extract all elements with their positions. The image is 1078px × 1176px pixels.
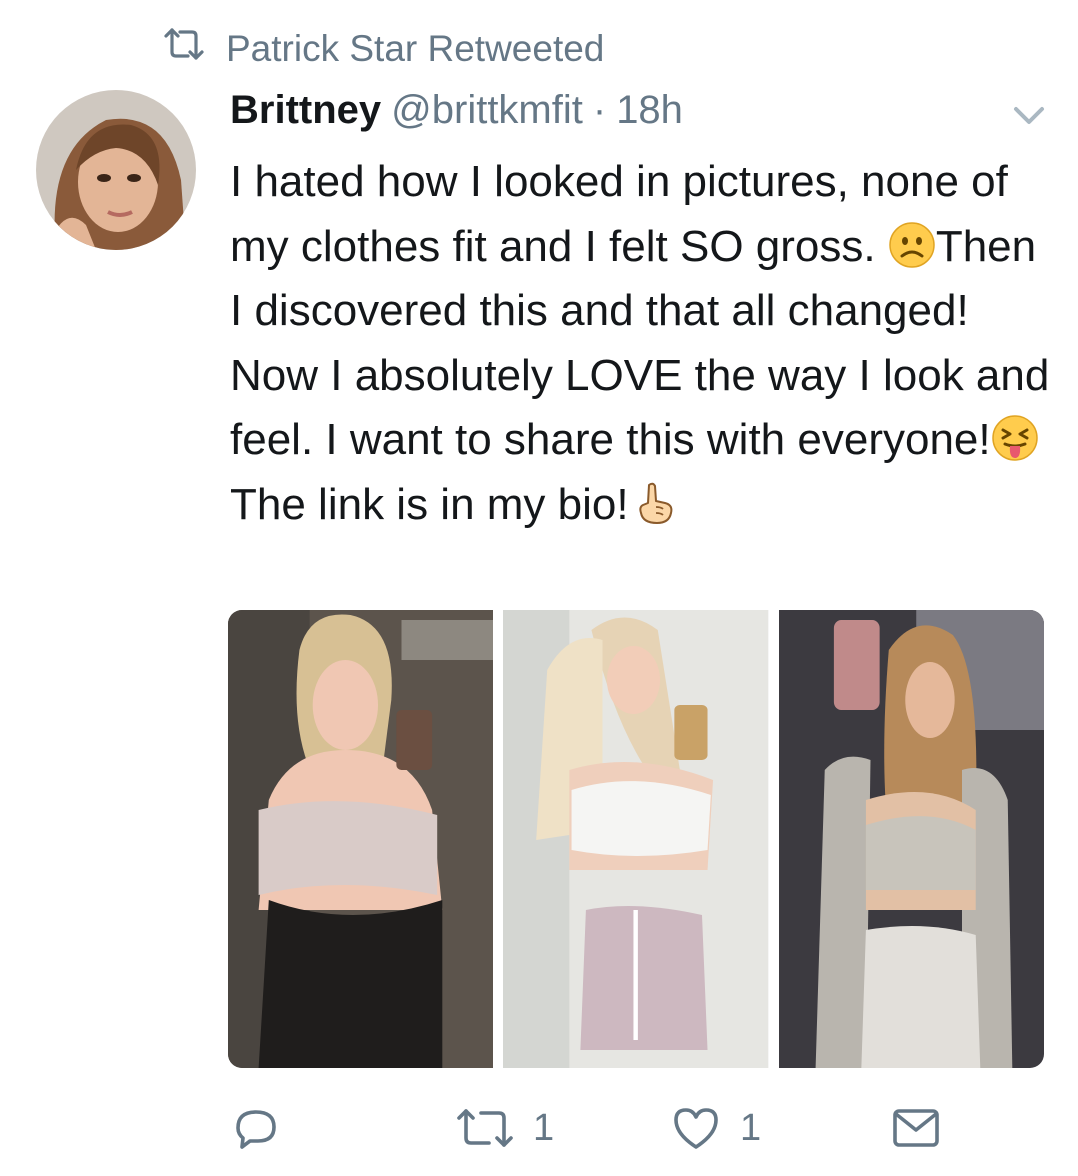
retweet-label[interactable]: Patrick Star Retweeted [226, 28, 604, 70]
pointing-up-hand-icon [629, 479, 677, 527]
chevron-down-icon[interactable] [1010, 100, 1048, 130]
media-photo-middle[interactable] [503, 610, 769, 1068]
tweet-actions: 1 1 [228, 1100, 1048, 1160]
frowning-face-icon [888, 221, 936, 269]
tweet-timestamp[interactable]: 18h [616, 88, 683, 133]
reply-action[interactable] [228, 1100, 300, 1156]
media-photo-before[interactable] [228, 610, 494, 1068]
tweet-header: Brittney @brittkmfit · 18h [230, 88, 683, 133]
media-photo-after[interactable] [778, 610, 1044, 1068]
retweet-action-icon[interactable] [453, 1100, 517, 1156]
tweet-text-part-3: The link is in my bio! [230, 479, 629, 529]
heart-icon[interactable] [668, 1100, 724, 1156]
retweet-context: Patrick Star Retweeted [160, 24, 604, 73]
author-name[interactable]: Brittney [230, 88, 381, 133]
tweet-text: I hated how I looked in pictures, none o… [230, 150, 1060, 537]
avatar[interactable] [36, 90, 196, 250]
reply-icon[interactable] [228, 1100, 284, 1156]
retweet-count: 1 [533, 1106, 555, 1149]
retweet-icon [160, 24, 208, 73]
tweet-media[interactable] [228, 610, 1044, 1068]
like-count: 1 [740, 1106, 762, 1149]
like-action[interactable]: 1 [668, 1100, 761, 1156]
retweet-action[interactable]: 1 [453, 1100, 554, 1156]
header-separator: · [592, 88, 607, 132]
author-handle[interactable]: @brittkmfit [391, 88, 583, 133]
squinting-face-with-tongue-icon [991, 414, 1039, 462]
direct-message-action[interactable] [888, 1100, 944, 1156]
envelope-icon[interactable] [888, 1100, 944, 1156]
